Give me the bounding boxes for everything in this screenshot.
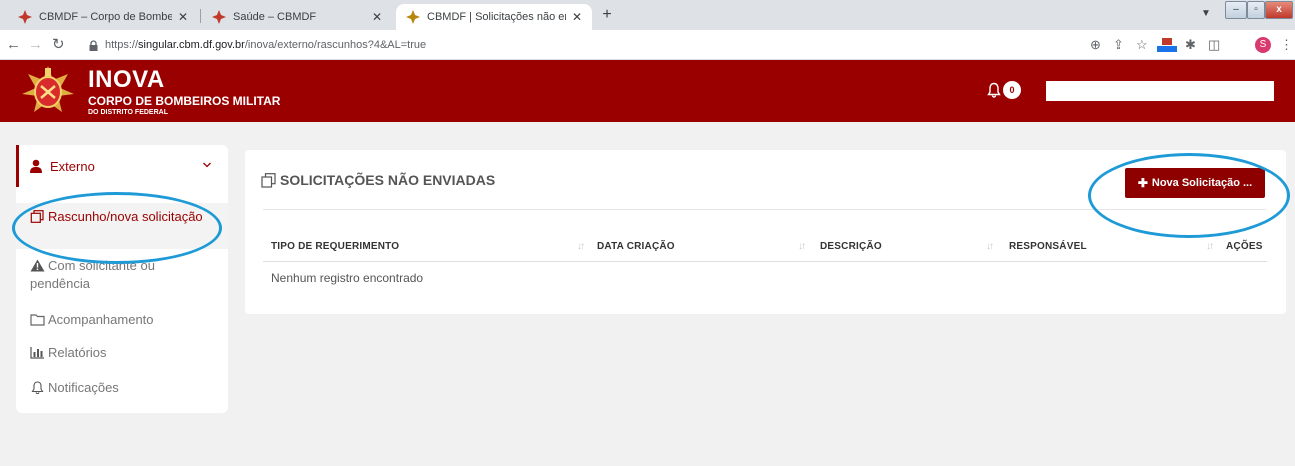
- sort-icon[interactable]: ↓↑: [1206, 241, 1214, 252]
- header-search-input[interactable]: [1046, 81, 1274, 101]
- sidebar-group-label: Externo: [50, 158, 95, 174]
- back-arrow-icon[interactable]: ←: [6, 37, 21, 52]
- sidebar-item-label: Notificações: [48, 380, 119, 395]
- plus-icon: ✚: [1137, 176, 1148, 190]
- notification-count-badge[interactable]: 0: [1003, 81, 1021, 99]
- url-host: singular.cbm.df.gov.br: [138, 39, 245, 51]
- sidebar-item-label: Acompanhamento: [48, 312, 154, 327]
- sidebar-item-acompanhamento[interactable]: Acompanhamento: [16, 311, 228, 331]
- share-icon[interactable]: ⇪: [1113, 38, 1124, 52]
- brand-subtitle: CORPO DE BOMBEIROS MILITAR: [88, 94, 281, 108]
- new-request-button-label: Nova Solicitação ...: [1151, 177, 1253, 189]
- empty-table-message: Nenhum registro encontrado: [271, 271, 424, 285]
- warning-icon: [30, 259, 45, 272]
- cbmdf-favicon-icon: [18, 10, 32, 24]
- sidebar-item-label: Com solicitante ou pendência: [30, 258, 155, 291]
- lock-icon: [89, 39, 98, 51]
- window-minimize-button[interactable]: ‒: [1225, 1, 1247, 19]
- zoom-icon[interactable]: ⊕: [1090, 38, 1101, 52]
- window-maximize-button[interactable]: ▫: [1247, 1, 1265, 19]
- new-tab-button[interactable]: +: [598, 6, 616, 24]
- close-tab-icon[interactable]: ✕: [572, 10, 582, 24]
- window-close-button[interactable]: x: [1265, 1, 1293, 19]
- close-tab-icon[interactable]: ✕: [372, 10, 382, 24]
- brand-subtitle-2: DO DISTRITO FEDERAL: [88, 109, 168, 116]
- browser-address-bar: ← → ↻ https://singular.cbm.df.gov.br/ino…: [0, 30, 1295, 60]
- new-request-button[interactable]: ✚ Nova Solicitação ...: [1125, 168, 1265, 198]
- sidebar-item-label: Rascunho/nova solicitação: [48, 209, 203, 224]
- sidebar-item-pendencia[interactable]: Com solicitante ou pendência: [16, 257, 228, 297]
- notification-bell-icon[interactable]: [987, 82, 1001, 98]
- browser-tab-3-active[interactable]: CBMDF | Solicitações não enviad ✕: [396, 4, 592, 30]
- column-header-responsavel[interactable]: RESPONSÁVEL: [1009, 241, 1087, 252]
- folder-icon: [30, 314, 45, 326]
- column-header-tipo[interactable]: TIPO DE REQUERIMENTO: [271, 241, 399, 252]
- draft-copy-icon: [30, 210, 44, 223]
- sidebar-item-notificacoes[interactable]: Notificações: [16, 379, 228, 399]
- cbmdf-favicon-icon: [406, 10, 420, 24]
- bar-chart-icon: [30, 347, 44, 359]
- sort-icon[interactable]: ↓↑: [798, 241, 806, 252]
- reload-icon[interactable]: ↻: [52, 37, 65, 52]
- main-panel: SOLICITAÇÕES NÃO ENVIADAS ✚ Nova Solicit…: [245, 150, 1286, 314]
- browser-tab-1[interactable]: CBMDF – Corpo de Bombeiros M ✕: [8, 4, 198, 30]
- profile-avatar[interactable]: S: [1255, 37, 1271, 53]
- close-tab-icon[interactable]: ✕: [178, 10, 188, 24]
- sort-icon[interactable]: ↓↑: [577, 241, 585, 252]
- browser-tab-2[interactable]: Saúde – CBMDF ✕: [202, 4, 392, 30]
- url-path: /inova/externo/rascunhos?4&AL=true: [244, 39, 427, 51]
- cbmdf-favicon-icon: [212, 10, 226, 24]
- column-header-data[interactable]: DATA CRIAÇÃO: [597, 241, 675, 252]
- cbmdf-logo[interactable]: [20, 64, 76, 118]
- browser-menu-icon[interactable]: ⋮: [1280, 38, 1293, 52]
- browser-tab-title: Saúde – CBMDF: [233, 11, 317, 23]
- sidebar-item-rascunho[interactable]: Rascunho/nova solicitação: [16, 203, 228, 249]
- browser-tab-bar: CBMDF – Corpo de Bombeiros M ✕ Saúde – C…: [0, 0, 1295, 30]
- page-title-text: SOLICITAÇÕES NÃO ENVIADAS: [280, 172, 496, 188]
- brand-title: INOVA: [88, 66, 165, 93]
- chevron-down-icon[interactable]: [202, 160, 212, 170]
- sidebar: Externo Rascunho/nova solicitação Com so…: [16, 145, 228, 413]
- bell-icon: [31, 381, 44, 394]
- bookmark-star-icon[interactable]: ☆: [1136, 38, 1148, 52]
- column-header-descricao[interactable]: DESCRIÇÃO: [820, 241, 882, 252]
- browser-tab-title: CBMDF – Corpo de Bombeiros M: [39, 11, 172, 23]
- url-field[interactable]: https://singular.cbm.df.gov.br/inova/ext…: [88, 34, 1088, 56]
- url-scheme: https://: [105, 39, 139, 51]
- user-icon: [30, 159, 42, 173]
- sort-icon[interactable]: ↓↑: [986, 241, 994, 252]
- app-header: INOVA CORPO DE BOMBEIROS MILITAR DO DIST…: [0, 60, 1295, 122]
- tab-separator: [200, 9, 201, 23]
- tab-search-chevron-icon[interactable]: ▼: [1201, 8, 1211, 19]
- sidebar-item-label: Relatórios: [48, 345, 107, 360]
- sidebar-group-externo[interactable]: Externo: [16, 145, 228, 187]
- panel-divider: [263, 209, 1266, 210]
- column-header-acoes[interactable]: AÇÕES: [1226, 241, 1263, 252]
- forward-arrow-icon[interactable]: →: [28, 37, 43, 52]
- draft-copy-icon: [261, 172, 276, 188]
- table-header: TIPO DE REQUERIMENTO ↓↑ DATA CRIAÇÃO ↓↑ …: [263, 236, 1267, 262]
- side-panel-icon[interactable]: ◫: [1208, 38, 1220, 52]
- sidebar-item-relatorios[interactable]: Relatórios: [16, 344, 228, 364]
- extension-new-icon[interactable]: [1156, 37, 1178, 53]
- page-title: SOLICITAÇÕES NÃO ENVIADAS: [261, 172, 495, 188]
- browser-tab-title: CBMDF | Solicitações não enviad: [427, 11, 566, 23]
- extensions-puzzle-icon[interactable]: ✱: [1185, 38, 1196, 52]
